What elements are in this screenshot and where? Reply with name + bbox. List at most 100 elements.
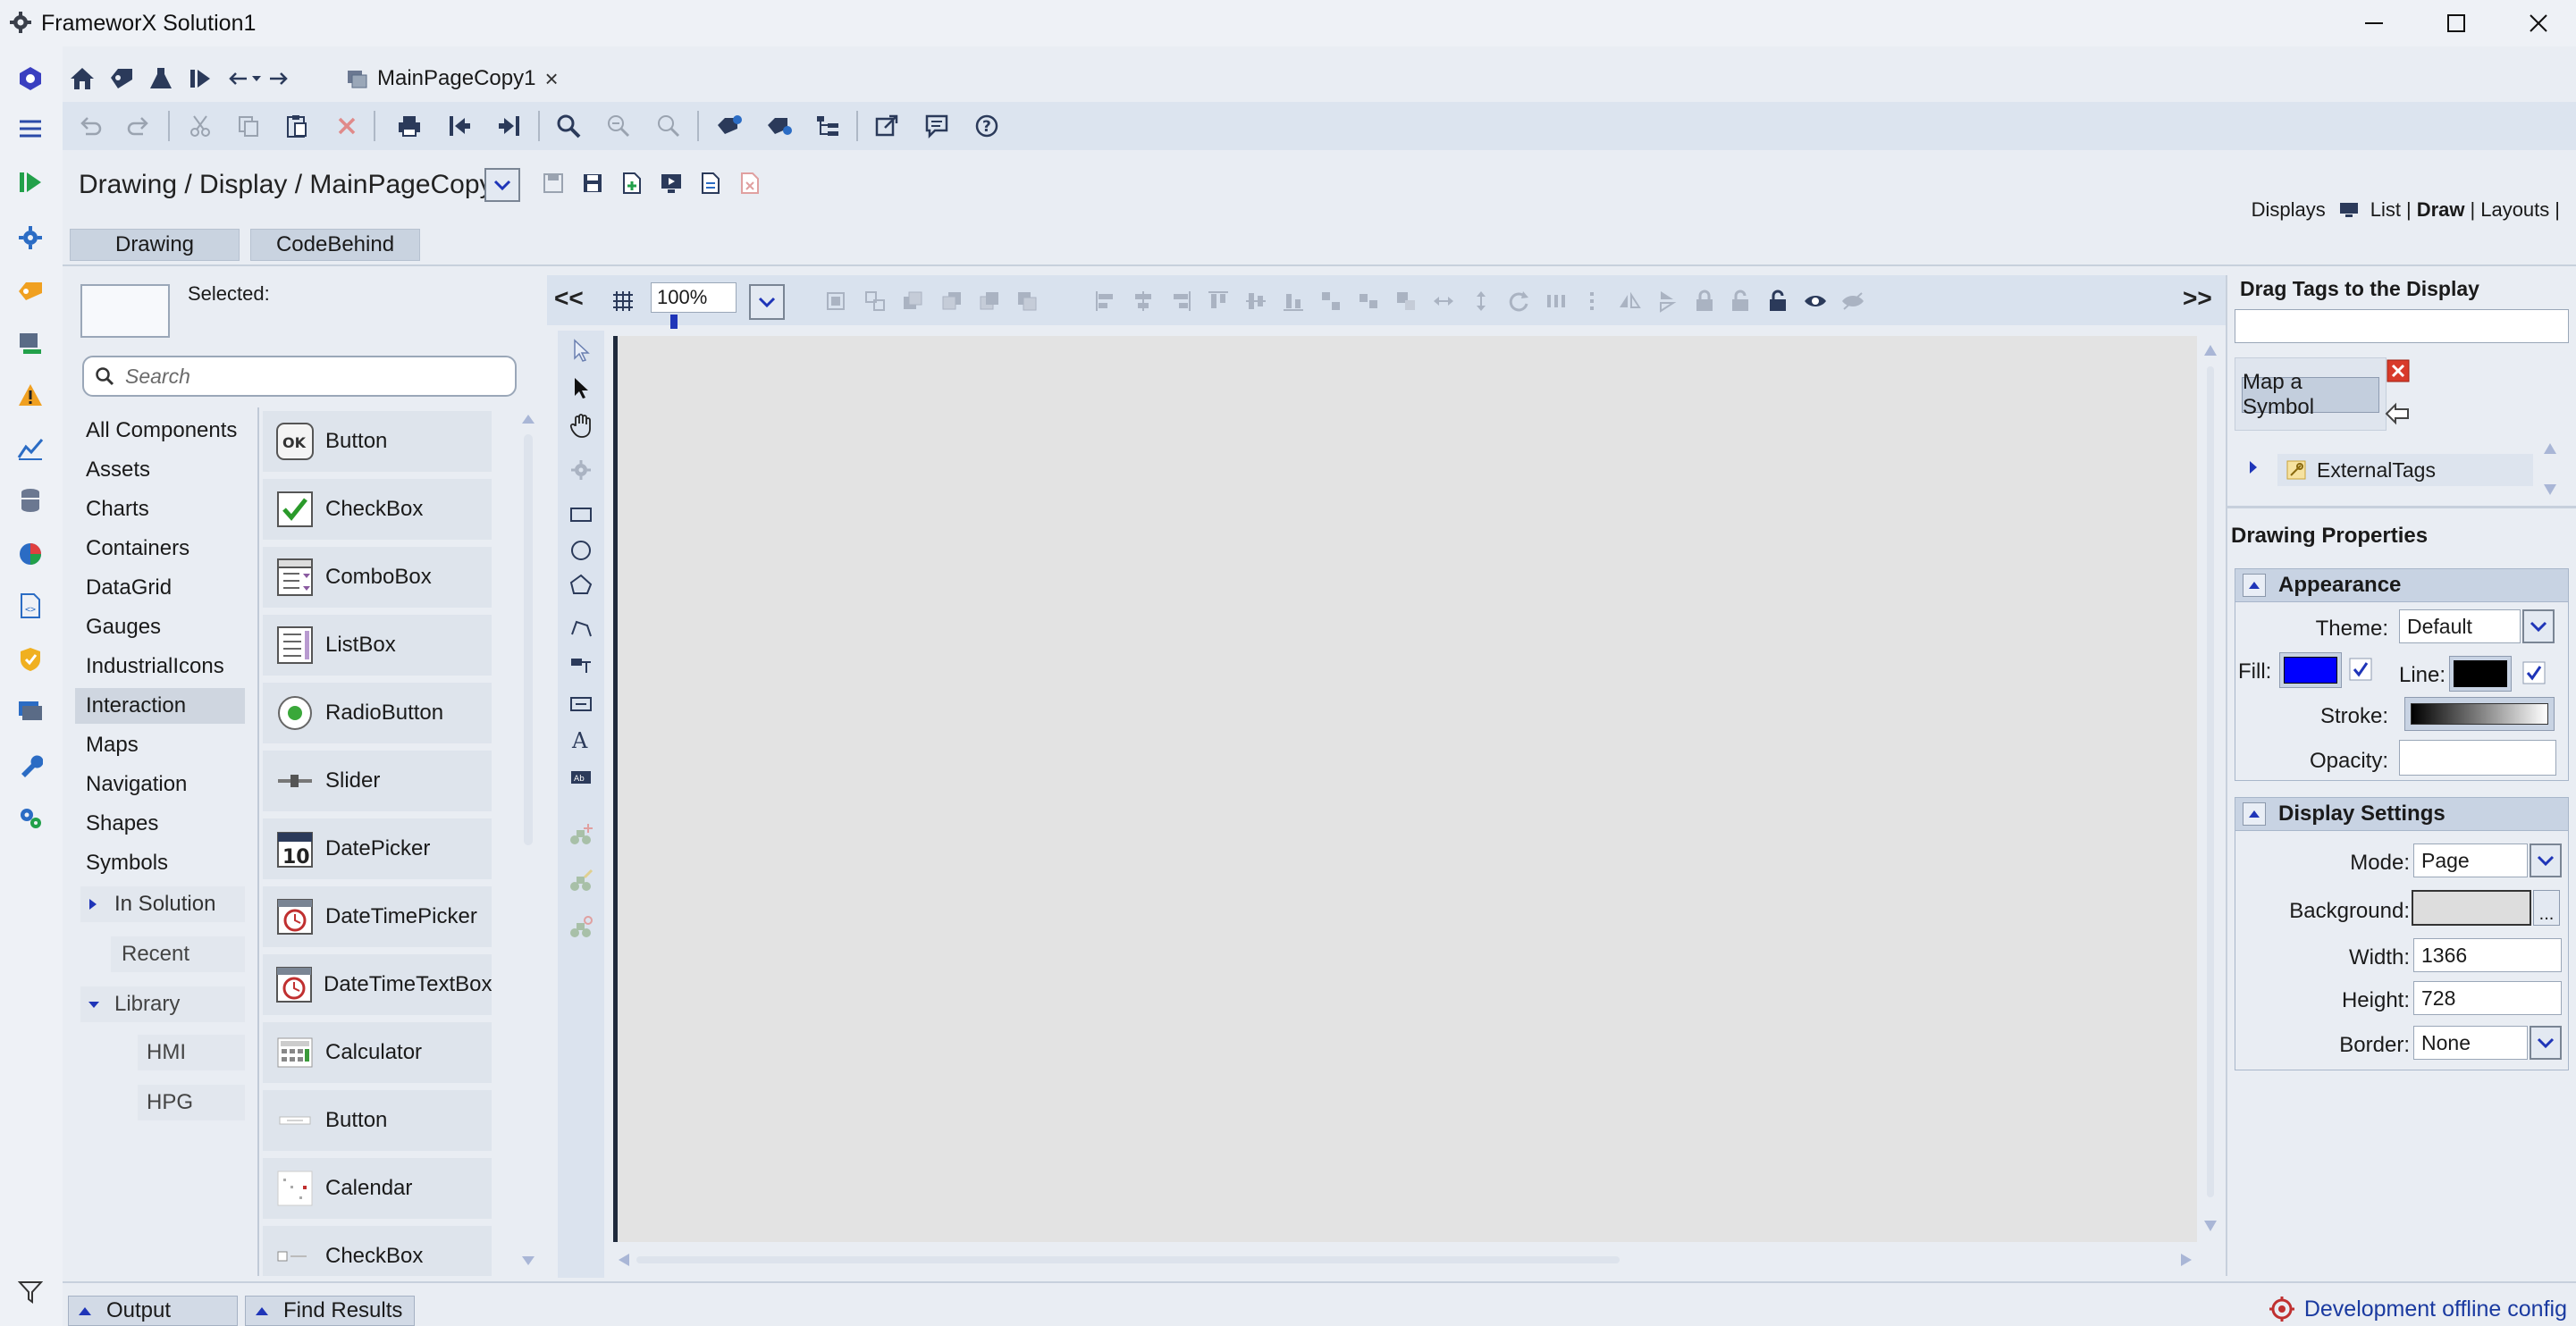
delete-display-icon[interactable] <box>737 170 763 197</box>
stroke-gradient-button[interactable] <box>2404 697 2555 731</box>
send-to-back-icon[interactable] <box>939 288 965 315</box>
tree-view-icon[interactable] <box>812 110 844 142</box>
horizontal-resize-icon[interactable] <box>1430 288 1457 315</box>
tree-library[interactable]: Library <box>80 986 245 1022</box>
home-icon[interactable] <box>66 63 98 95</box>
pointer-select-icon[interactable] <box>567 336 595 365</box>
width-input[interactable]: 1366 <box>2413 938 2562 972</box>
run-display-icon[interactable] <box>658 170 685 197</box>
find-results-panel-tab[interactable]: Find Results <box>245 1296 415 1326</box>
hamburger-menu-icon[interactable] <box>14 113 46 145</box>
list-view-link[interactable]: List <box>2370 198 2401 222</box>
print-icon[interactable] <box>393 110 425 142</box>
save-icon[interactable] <box>540 170 567 197</box>
expand-right-button[interactable]: >> <box>2183 284 2212 313</box>
symbol-link-icon[interactable] <box>567 913 595 942</box>
help-icon[interactable]: ? <box>971 110 1003 142</box>
open-external-icon[interactable] <box>871 110 903 142</box>
category-navigation[interactable]: Navigation <box>75 767 245 802</box>
filter-icon[interactable] <box>14 1276 46 1308</box>
direct-select-icon[interactable] <box>567 373 595 402</box>
extensions-gears-icon[interactable] <box>14 802 46 835</box>
ellipse-tool-icon[interactable] <box>567 536 595 565</box>
historian-chart-icon[interactable] <box>14 432 46 465</box>
align-middle-icon[interactable] <box>1242 288 1269 315</box>
text-tool-icon[interactable]: A <box>567 726 595 754</box>
category-maps[interactable]: Maps <box>75 727 245 763</box>
canvas-vertical-scrollbar[interactable] <box>2201 336 2220 1242</box>
component-listbox[interactable]: ListBox <box>263 615 492 676</box>
rectangle-tool-icon[interactable] <box>567 500 595 529</box>
collapse-left-button[interactable]: << <box>554 284 584 313</box>
theme-select[interactable]: Default <box>2399 609 2521 643</box>
import-icon[interactable] <box>443 110 476 142</box>
category-containers[interactable]: Containers <box>75 531 245 566</box>
align-bottom-icon[interactable] <box>1280 288 1307 315</box>
tree-in-solution[interactable]: In Solution <box>80 886 245 922</box>
category-assets[interactable]: Assets <box>75 452 245 488</box>
output-panel-tab[interactable]: Output <box>68 1296 238 1326</box>
pan-hand-icon[interactable] <box>567 411 595 440</box>
align-right-icon[interactable] <box>1167 288 1194 315</box>
component-list-scrollbar[interactable] <box>517 407 540 1276</box>
component-radiobutton[interactable]: RadioButton <box>263 683 492 743</box>
minimize-button[interactable] <box>2333 0 2415 46</box>
new-display-icon[interactable] <box>619 170 645 197</box>
bring-to-front-icon[interactable] <box>899 288 926 315</box>
tab-close-icon[interactable]: × <box>544 65 558 93</box>
line-enabled-checkbox[interactable] <box>2522 661 2546 684</box>
component-checkbox-alt[interactable]: CheckBox <box>263 1226 492 1276</box>
bring-forward-icon[interactable] <box>976 288 1003 315</box>
run-icon[interactable] <box>14 166 46 198</box>
cut-icon[interactable] <box>184 110 216 142</box>
group-icon[interactable] <box>822 288 849 315</box>
tab-codebehind[interactable]: CodeBehind <box>250 229 420 261</box>
map-a-symbol-button[interactable]: Map a Symbol <box>2242 370 2379 419</box>
tree-scrollbar[interactable] <box>2540 438 2560 500</box>
component-calendar[interactable]: Calendar <box>263 1158 492 1219</box>
vertical-resize-icon[interactable] <box>1468 288 1494 315</box>
tag-add-icon[interactable] <box>713 110 745 142</box>
background-browse-button[interactable]: ... <box>2533 890 2560 926</box>
collapse-up-icon[interactable] <box>2243 574 2266 597</box>
lock-icon[interactable] <box>1691 288 1718 315</box>
scripts-icon[interactable]: <> <box>14 590 46 622</box>
zoom-input[interactable]: 100% <box>651 282 737 313</box>
component-datepicker[interactable]: 10 DatePicker <box>263 818 492 879</box>
same-height-icon[interactable] <box>1393 288 1419 315</box>
component-button-alt[interactable]: Button <box>263 1090 492 1151</box>
comment-icon[interactable] <box>921 110 953 142</box>
fill-color-button[interactable] <box>2279 652 2342 688</box>
align-left-icon[interactable] <box>1092 288 1119 315</box>
settings-gear-icon[interactable] <box>14 222 46 254</box>
connector-tool-icon[interactable] <box>567 650 595 679</box>
zoom-in-icon[interactable] <box>602 110 635 142</box>
flask-icon[interactable] <box>145 63 177 95</box>
distribute-vertical-icon[interactable] <box>1578 288 1605 315</box>
category-datagrid[interactable]: DataGrid <box>75 570 245 606</box>
textbox-tool-icon[interactable]: Ab <box>567 763 595 792</box>
background-color-swatch[interactable] <box>2412 890 2531 926</box>
collapse-up-icon[interactable] <box>2243 802 2266 826</box>
component-datetimepicker[interactable]: DateTimePicker <box>263 886 492 947</box>
tree-recent[interactable]: Recent <box>111 936 245 972</box>
ungroup-icon[interactable] <box>862 288 888 315</box>
mode-dropdown-button[interactable] <box>2530 843 2562 877</box>
distribute-horizontal-icon[interactable] <box>1543 288 1570 315</box>
category-all-components[interactable]: All Components <box>75 413 245 449</box>
layouts-view-link[interactable]: Layouts <box>2480 198 2549 222</box>
database-icon[interactable] <box>14 484 46 516</box>
search-input[interactable]: Search <box>82 356 517 397</box>
tree-hmi[interactable]: HMI <box>138 1035 245 1070</box>
displays-icon[interactable] <box>14 695 46 727</box>
mode-select[interactable]: Page <box>2413 843 2528 877</box>
category-symbols[interactable]: Symbols <box>75 845 245 881</box>
opacity-input[interactable] <box>2399 740 2556 776</box>
tool-settings-gear-icon[interactable] <box>567 456 595 484</box>
symbol-edit-icon[interactable] <box>567 867 595 895</box>
grid-icon[interactable] <box>610 288 636 315</box>
send-backward-icon[interactable] <box>1014 288 1040 315</box>
tree-hpg[interactable]: HPG <box>138 1085 245 1120</box>
visible-eye-icon[interactable] <box>1802 288 1829 315</box>
component-combobox[interactable]: ComboBox <box>263 547 492 608</box>
